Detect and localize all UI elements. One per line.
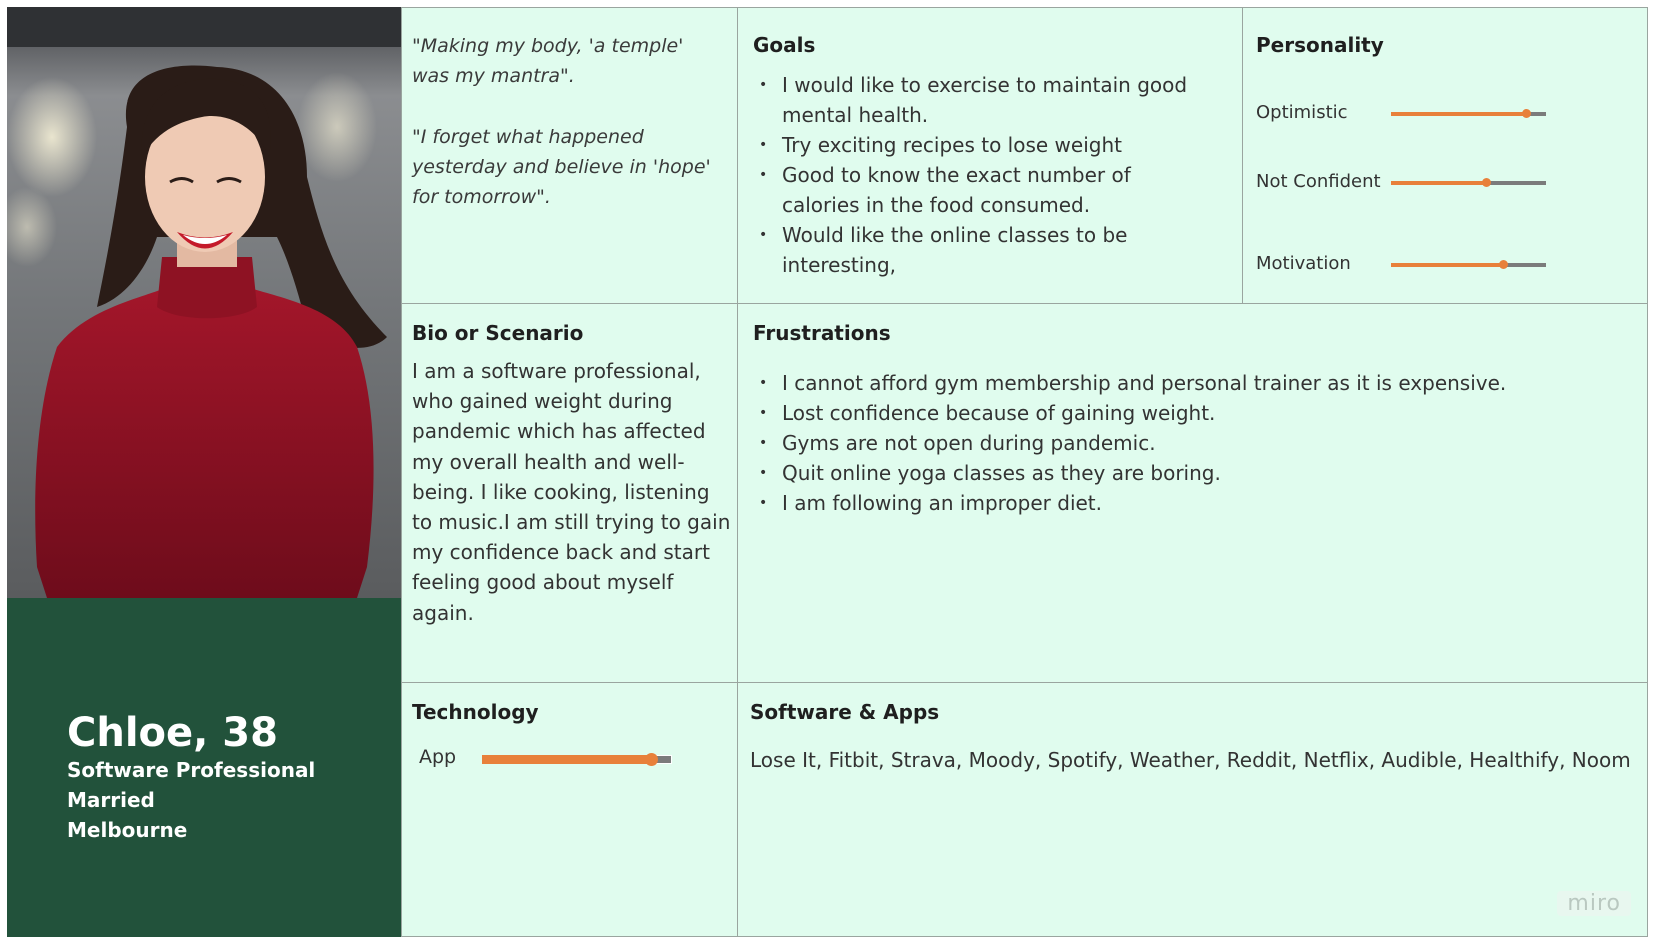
- tech-label: App: [419, 746, 457, 768]
- tech-slider-knob: [645, 753, 659, 766]
- tech-slider-fill: [482, 755, 652, 764]
- software-card: Software & Apps Lose It, Fitbit, Strava,…: [737, 682, 1648, 937]
- software-title: Software & Apps: [750, 700, 940, 724]
- software-list: Lose It, Fitbit, Strava, Moody, Spotify,…: [750, 748, 1631, 772]
- goal-item: I would like to exercise to maintain goo…: [753, 70, 1213, 130]
- goals-title: Goals: [753, 33, 816, 57]
- trait-slider-fill: [1391, 263, 1503, 267]
- persona-board: Chloe, 38 Software Professional Married …: [7, 7, 1648, 937]
- trait-label: Optimistic: [1256, 102, 1348, 123]
- trait-slider-motivation: [1391, 260, 1546, 269]
- persona-occupation: Software Professional: [67, 758, 316, 782]
- persona-identity: Chloe, 38 Software Professional Married …: [7, 598, 401, 937]
- trait-slider-not-confident: [1391, 178, 1546, 187]
- personality-card: Personality Optimistic Not Confident Mot…: [1242, 7, 1648, 304]
- trait-label: Motivation: [1256, 253, 1351, 274]
- trait-slider-knob: [1521, 109, 1531, 118]
- frustration-item: I cannot afford gym membership and perso…: [753, 368, 1623, 398]
- bio-card: Bio or Scenario I am a software professi…: [401, 303, 738, 683]
- personality-title: Personality: [1256, 33, 1384, 57]
- goal-item: Would like the online classes to be inte…: [753, 220, 1213, 280]
- goal-item: Good to know the exact number of calorie…: [753, 160, 1213, 220]
- trait-slider-knob: [1481, 178, 1491, 187]
- goals-card: Goals I would like to exercise to mainta…: [737, 7, 1243, 304]
- frustration-item: Gyms are not open during pandemic.: [753, 428, 1623, 458]
- frustration-item: Quit online yoga classes as they are bor…: [753, 458, 1623, 488]
- portrait-illustration: [7, 7, 401, 598]
- persona-name: Chloe, 38: [67, 710, 278, 756]
- trait-slider-fill: [1391, 112, 1526, 116]
- miro-watermark: miro: [1557, 891, 1631, 916]
- frustration-item: Lost confidence because of gaining weigh…: [753, 398, 1623, 428]
- frustration-item: I am following an improper diet.: [753, 488, 1623, 518]
- bio-title: Bio or Scenario: [412, 321, 584, 345]
- trait-slider-optimistic: [1391, 109, 1546, 118]
- quote-line: was my mantra".: [412, 65, 575, 87]
- frustrations-card: Frustrations I cannot afford gym members…: [737, 303, 1648, 683]
- trait-slider-fill: [1391, 181, 1486, 185]
- persona-status: Married: [67, 788, 155, 812]
- tech-slider-app: [482, 753, 672, 766]
- bio-text: I am a software professional, who gained…: [412, 359, 731, 625]
- quote-line: yesterday and believe in 'hope': [412, 156, 711, 178]
- persona-location: Melbourne: [67, 818, 188, 842]
- goal-item: Try exciting recipes to lose weight: [753, 130, 1213, 160]
- quote-line: for tomorrow".: [412, 186, 551, 208]
- quote-line: "I forget what happened: [412, 126, 644, 148]
- frustrations-title: Frustrations: [753, 321, 891, 345]
- persona-photo: [7, 7, 401, 598]
- quotes-card: "Making my body, 'a temple' was my mantr…: [401, 7, 738, 304]
- goals-list: I would like to exercise to maintain goo…: [753, 70, 1213, 280]
- technology-title: Technology: [412, 700, 539, 724]
- quote-line: "Making my body, 'a temple': [412, 35, 684, 57]
- technology-card: Technology App: [401, 682, 738, 937]
- trait-label: Not Confident: [1256, 171, 1381, 192]
- frustrations-list: I cannot afford gym membership and perso…: [753, 368, 1623, 518]
- trait-slider-knob: [1498, 260, 1508, 269]
